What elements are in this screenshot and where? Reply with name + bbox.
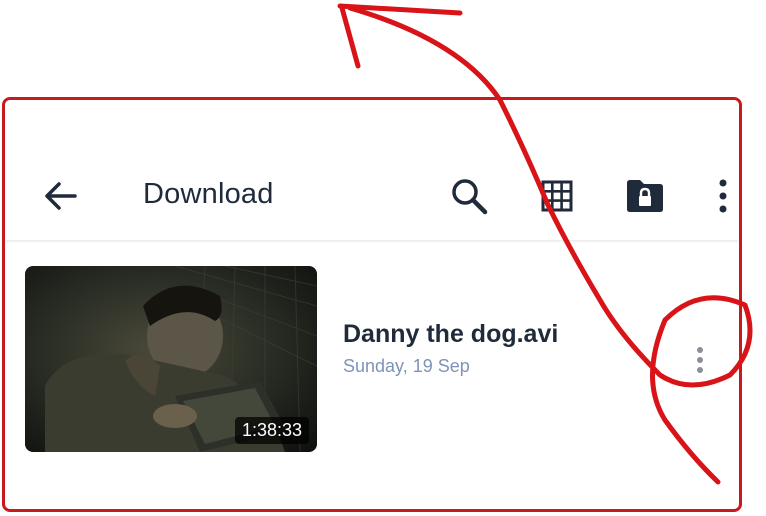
top-app-bar: Download xyxy=(5,100,739,240)
lock-folder-icon xyxy=(627,180,663,212)
item-more-button[interactable] xyxy=(685,342,715,378)
back-button[interactable] xyxy=(41,176,81,216)
page-title: Download xyxy=(143,178,274,210)
video-date: Sunday, 19 Sep xyxy=(343,356,470,376)
video-duration-badge: 1:38:33 xyxy=(234,417,309,444)
video-thumbnail[interactable]: 1:38:33 xyxy=(25,266,317,452)
search-icon xyxy=(452,179,488,215)
app-frame: Download 1:38:33 Danny the dog.avi Sunda… xyxy=(2,97,742,512)
video-title[interactable]: Danny the dog.avi xyxy=(343,320,558,349)
private-folder-button[interactable] xyxy=(623,174,667,218)
search-button[interactable] xyxy=(447,174,491,218)
more-vertical-icon xyxy=(719,179,727,213)
video-list-item[interactable]: 1:38:33 Danny the dog.avi Sunday, 19 Sep xyxy=(5,260,739,460)
grid-view-button[interactable] xyxy=(535,174,579,218)
more-vertical-icon xyxy=(697,347,703,373)
grid-view-icon xyxy=(541,180,573,212)
annotation-arrow-head xyxy=(337,3,463,69)
overflow-menu-button[interactable] xyxy=(701,174,739,218)
arrow-left-icon xyxy=(45,182,77,210)
